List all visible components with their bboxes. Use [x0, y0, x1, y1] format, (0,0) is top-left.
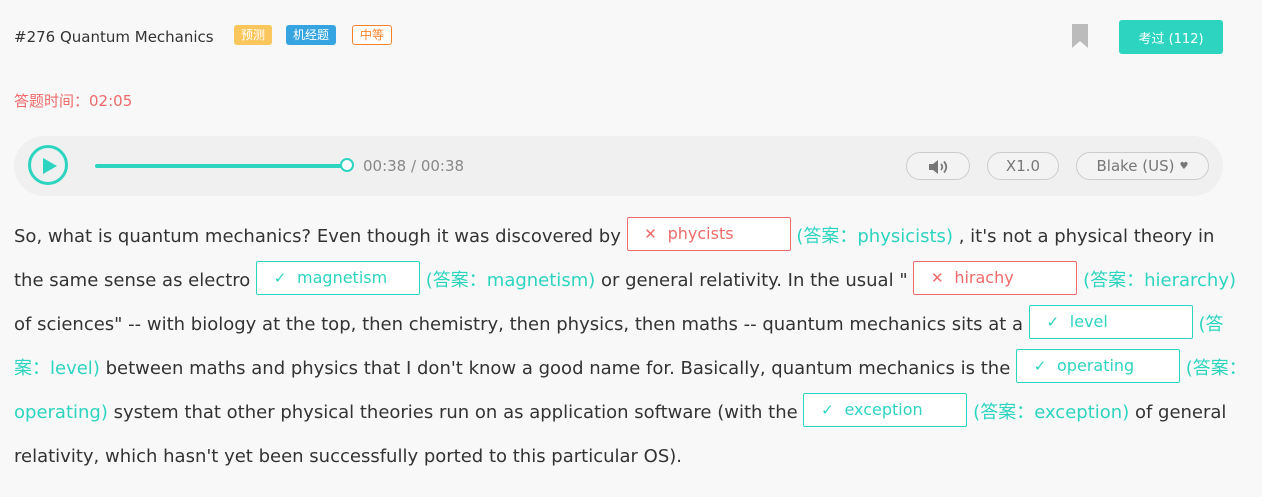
correct-answer: (答案：magnetism): [426, 270, 596, 291]
passage-text: or general relativity. In the usual ": [595, 270, 914, 291]
answer-input-box[interactable]: ✓ level: [1028, 305, 1193, 339]
cross-icon: ✕: [644, 225, 657, 243]
answer-value: operating: [14, 402, 101, 423]
play-icon: [43, 158, 57, 174]
cross-icon: ✕: [931, 269, 944, 287]
tag-predict: 预测: [234, 25, 273, 45]
correct-answer: (答案：physicists): [796, 226, 953, 247]
passage-text: between maths and physics that I don't k…: [99, 358, 1017, 379]
answer-value: level: [50, 358, 93, 379]
time-display: 00:38 / 00:38: [363, 157, 465, 175]
play-button[interactable]: [28, 145, 68, 185]
timer-label: 答题时间：: [14, 92, 90, 110]
question-header: #276 Quantum Mechanics 预测 机经题 中等 考过 (112…: [14, 20, 1224, 54]
answer-suffix: ): [945, 226, 953, 247]
tag-jijing: 机经题: [286, 25, 337, 45]
answer-input-box[interactable]: ✕ phycists: [626, 217, 791, 251]
answer-input-box[interactable]: ✕ hirachy: [913, 261, 1078, 295]
answer-suffix: ): [1228, 270, 1237, 291]
answer-value: hierarchy: [1144, 270, 1229, 291]
passage-text: system that other physical theories run …: [107, 402, 804, 423]
answer-value: exception: [1034, 402, 1123, 423]
answer-suffix: ): [100, 402, 108, 423]
timer-value: 02:05: [89, 92, 133, 110]
check-icon: ✓: [273, 269, 287, 287]
question-title: #276 Quantum Mechanics: [14, 28, 214, 46]
volume-icon: [929, 160, 948, 174]
answer-input-box[interactable]: ✓ exception: [803, 393, 968, 427]
bookmark-icon[interactable]: [1072, 24, 1088, 48]
answer-prefix: (答案：: [425, 270, 487, 291]
passage-text: So, what is quantum mechanics? Even thou…: [14, 226, 627, 247]
speed-button[interactable]: X1.0: [987, 152, 1059, 180]
correct-answer: (答案：hierarchy): [1083, 270, 1236, 291]
user-answer: level: [1069, 312, 1108, 331]
tag-difficulty: 中等: [352, 25, 393, 45]
answer-input-box[interactable]: ✓ magnetism: [256, 261, 421, 295]
answer-prefix: (答案：: [973, 402, 1035, 423]
answer-value: magnetism: [486, 270, 589, 291]
check-icon: ✓: [1033, 357, 1047, 375]
correct-answer: (答案：exception): [973, 402, 1129, 423]
progress-handle[interactable]: [340, 158, 354, 172]
volume-button[interactable]: [906, 152, 970, 180]
user-answer: magnetism: [297, 268, 388, 287]
caret-down-icon: ♥: [1179, 160, 1189, 172]
check-icon: ✓: [1046, 313, 1060, 331]
audio-player: 00:38 / 00:38 X1.0 Blake (US) ♥: [14, 136, 1223, 196]
answer-prefix: (答案：: [1185, 358, 1247, 379]
answer-prefix: (答案：: [1083, 270, 1145, 291]
passage-text: of sciences" -- with biology at the top,…: [14, 314, 1029, 335]
answer-value: physicists: [857, 226, 946, 247]
progress-track[interactable]: [95, 164, 347, 168]
user-answer: hirachy: [954, 268, 1014, 287]
voice-value: Blake (US): [1096, 157, 1175, 175]
take-count-button[interactable]: 考过 (112): [1119, 20, 1223, 54]
user-answer: exception: [844, 400, 923, 419]
user-answer: phycists: [667, 224, 734, 243]
check-icon: ✓: [821, 401, 834, 419]
user-answer: operating: [1057, 356, 1135, 375]
answer-timer: 答题时间：02:05: [14, 90, 132, 111]
answer-prefix: (答案：: [796, 226, 858, 247]
answer-suffix: ): [92, 358, 100, 379]
answer-input-box[interactable]: ✓ operating: [1016, 349, 1181, 383]
voice-select[interactable]: Blake (US) ♥: [1076, 152, 1209, 180]
passage: So, what is quantum mechanics? Even thou…: [14, 215, 1249, 479]
